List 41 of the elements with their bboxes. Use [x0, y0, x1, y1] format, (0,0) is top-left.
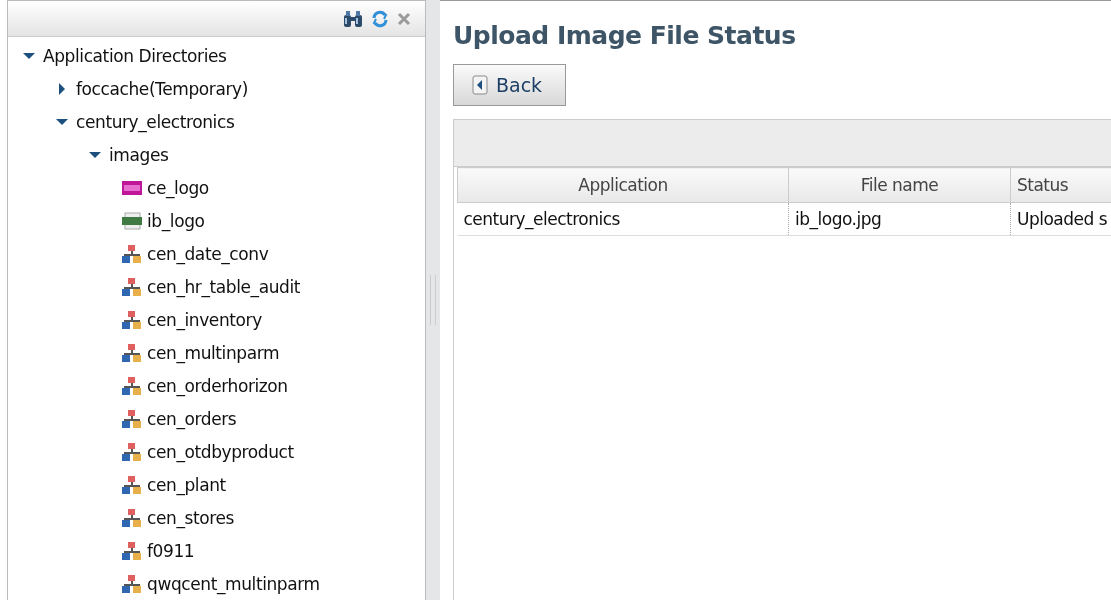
tree-item[interactable]: cen_plant [147, 474, 226, 495]
tree-item[interactable]: foccache(Temporary) [76, 78, 248, 99]
column-header[interactable]: Status [1010, 167, 1111, 203]
tree-item[interactable]: ib_logo [147, 210, 205, 231]
column-header[interactable]: File name [788, 167, 1011, 203]
tree-item[interactable]: cen_stores [147, 507, 234, 528]
binoculars-icon[interactable] [343, 9, 363, 28]
network-icon [121, 540, 143, 561]
back-button[interactable]: Back [453, 64, 566, 106]
table-cell: ib_logo.jpg [788, 202, 1011, 236]
tree-item[interactable]: cen_hr_table_audit [147, 276, 301, 297]
network-icon [121, 276, 143, 297]
network-icon [121, 243, 143, 264]
tree-item[interactable]: Application Directories [43, 45, 227, 66]
network-icon [121, 441, 143, 462]
network-icon [121, 342, 143, 363]
close-icon[interactable] [397, 11, 411, 26]
network-icon [121, 309, 143, 330]
tree-item[interactable]: qwqcent_multinparm [147, 573, 320, 594]
tree-item[interactable]: cen_multinparm [147, 342, 280, 363]
jpeg-file-icon [121, 211, 143, 230]
network-icon [121, 507, 143, 528]
network-icon [121, 408, 143, 429]
network-icon [121, 474, 143, 495]
tree-item[interactable]: images [109, 144, 169, 165]
tree-item[interactable]: cen_inventory [147, 309, 262, 330]
network-icon [121, 375, 143, 396]
tree-item[interactable]: ce_logo [147, 177, 209, 198]
column-header[interactable]: Application [457, 167, 789, 203]
refresh-icon[interactable] [371, 9, 389, 28]
tree-item[interactable]: cen_date_conv [147, 243, 269, 264]
tree-item[interactable]: century_electronics [76, 111, 235, 132]
table-cell: century_electronics [457, 202, 789, 236]
tree-item[interactable]: f0911 [147, 540, 195, 561]
tree-item[interactable]: cen_orders [147, 408, 237, 429]
network-icon [121, 573, 143, 594]
tree-item[interactable]: cen_otdbyproduct [147, 441, 294, 462]
gif-file-icon [121, 178, 143, 197]
tree-item[interactable]: cen_orderhorizon [147, 375, 288, 396]
table-cell: Uploaded s [1010, 202, 1111, 236]
page-title: Upload Image File Status [453, 21, 797, 50]
